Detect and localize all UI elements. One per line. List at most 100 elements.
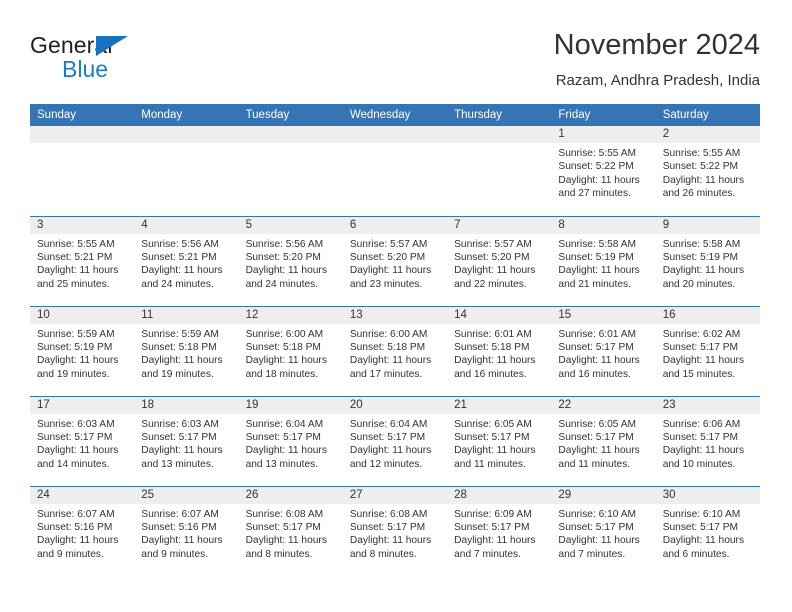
sunrise-text: Sunrise: 6:07 AM [37, 508, 115, 520]
daylight-text-line2: and 9 minutes. [141, 548, 209, 560]
day-cell-inner: 27 Sunrise: 6:08 AM Sunset: 5:17 PM Dayl… [342, 486, 448, 577]
daylight-text-line1: Daylight: 11 hours [37, 535, 119, 547]
day-number: 21 [447, 396, 552, 414]
day-cell-inner: 29 Sunrise: 6:10 AM Sunset: 5:17 PM Dayl… [551, 486, 656, 577]
day-cell-inner: 23 Sunrise: 6:06 AM Sunset: 5:17 PM Dayl… [655, 396, 760, 486]
sunset-text: Sunset: 5:17 PM [349, 431, 426, 443]
sunrise-text: Sunrise: 6:10 AM [558, 508, 636, 520]
day-details: Sunrise: 6:10 AM Sunset: 5:17 PM Dayligh… [656, 504, 760, 562]
general-blue-logo[interactable]: General Blue [30, 32, 180, 84]
day-cell[interactable]: 10 Sunrise: 5:59 AM Sunset: 5:19 PM Dayl… [30, 305, 135, 396]
day-cell[interactable]: 26 Sunrise: 6:08 AM Sunset: 5:17 PM Dayl… [238, 485, 343, 576]
daylight-text-line2: and 14 minutes. [37, 458, 110, 470]
day-cell[interactable]: 7 Sunrise: 5:57 AM Sunset: 5:20 PM Dayli… [447, 215, 552, 306]
daylight-text-line1: Daylight: 11 hours [141, 355, 223, 367]
sunset-text: Sunset: 5:21 PM [141, 251, 217, 263]
daylight-text-line2: and 8 minutes. [349, 548, 417, 560]
day-details [30, 143, 134, 147]
day-cell[interactable]: 24 Sunrise: 6:07 AM Sunset: 5:16 PM Dayl… [30, 485, 135, 576]
day-details: Sunrise: 6:00 AM Sunset: 5:18 PM Dayligh… [343, 324, 447, 382]
day-details: Sunrise: 5:57 AM Sunset: 5:20 PM Dayligh… [343, 234, 447, 292]
day-cell-inner: 2 Sunrise: 5:55 AM Sunset: 5:22 PM Dayli… [655, 126, 760, 216]
day-cell[interactable]: 8 Sunrise: 5:58 AM Sunset: 5:19 PM Dayli… [551, 215, 656, 306]
daylight-text-line2: and 19 minutes. [141, 368, 214, 380]
logo-text-blue: Blue [62, 56, 109, 82]
daylight-text-line1: Daylight: 11 hours [245, 535, 327, 547]
day-cell[interactable]: 22 Sunrise: 6:05 AM Sunset: 5:17 PM Dayl… [551, 395, 656, 486]
day-details [343, 143, 447, 147]
daylight-text-line1: Daylight: 11 hours [245, 445, 327, 457]
day-details [447, 143, 551, 147]
day-cell[interactable]: 27 Sunrise: 6:08 AM Sunset: 5:17 PM Dayl… [342, 485, 448, 577]
day-details: Sunrise: 6:08 AM Sunset: 5:17 PM Dayligh… [343, 504, 447, 562]
day-cell[interactable]: 20 Sunrise: 6:04 AM Sunset: 5:17 PM Dayl… [342, 395, 448, 486]
day-number: 4 [134, 216, 239, 234]
day-cell[interactable]: 30 Sunrise: 6:10 AM Sunset: 5:17 PM Dayl… [655, 485, 760, 576]
day-details: Sunrise: 5:58 AM Sunset: 5:19 PM Dayligh… [551, 234, 655, 292]
day-details [239, 143, 343, 147]
day-cell-inner: 5 Sunrise: 5:56 AM Sunset: 5:20 PM Dayli… [238, 216, 343, 306]
day-number: 13 [342, 306, 448, 324]
page-title: November 2024 [553, 29, 760, 61]
day-cell-inner: 8 Sunrise: 5:58 AM Sunset: 5:19 PM Dayli… [551, 216, 656, 306]
day-cell[interactable]: 11 Sunrise: 5:59 AM Sunset: 5:18 PM Dayl… [134, 305, 239, 396]
daylight-text-line2: and 19 minutes. [37, 368, 110, 380]
day-cell[interactable]: 23 Sunrise: 6:06 AM Sunset: 5:17 PM Dayl… [655, 395, 760, 486]
daylight-text-line1: Daylight: 11 hours [37, 445, 119, 457]
daylight-text-line1: Daylight: 11 hours [558, 355, 640, 367]
day-cell-inner: 19 Sunrise: 6:04 AM Sunset: 5:17 PM Dayl… [238, 396, 343, 486]
day-cell[interactable]: 15 Sunrise: 6:01 AM Sunset: 5:17 PM Dayl… [551, 305, 656, 396]
day-details: Sunrise: 6:01 AM Sunset: 5:17 PM Dayligh… [551, 324, 655, 382]
day-cell[interactable]: 14 Sunrise: 6:01 AM Sunset: 5:18 PM Dayl… [447, 305, 552, 396]
day-cell-inner: 10 Sunrise: 5:59 AM Sunset: 5:19 PM Dayl… [30, 306, 135, 396]
day-cell-inner: 3 Sunrise: 5:55 AM Sunset: 5:21 PM Dayli… [30, 216, 135, 306]
daylight-text-line1: Daylight: 11 hours [454, 355, 536, 367]
sunrise-text: Sunrise: 6:04 AM [349, 418, 428, 430]
title-block: November 2024 Razam, Andhra Pradesh, Ind… [554, 28, 760, 91]
day-number: 18 [134, 396, 239, 414]
sunset-text: Sunset: 5:17 PM [245, 431, 321, 443]
weekday-header-row: Sunday Monday Tuesday Wednesday Thursday… [30, 104, 760, 126]
day-cell[interactable]: 2 Sunrise: 5:55 AM Sunset: 5:22 PM Dayli… [655, 126, 760, 216]
sunrise-text: Sunrise: 6:03 AM [37, 418, 115, 430]
day-cell[interactable]: 19 Sunrise: 6:04 AM Sunset: 5:17 PM Dayl… [238, 395, 343, 486]
day-cell[interactable]: 5 Sunrise: 5:56 AM Sunset: 5:20 PM Dayli… [238, 215, 343, 306]
day-cell[interactable]: 21 Sunrise: 6:05 AM Sunset: 5:17 PM Dayl… [447, 395, 552, 486]
sunset-text: Sunset: 5:19 PM [662, 251, 739, 263]
sunrise-text: Sunrise: 6:06 AM [662, 418, 741, 430]
day-cell[interactable]: 17 Sunrise: 6:03 AM Sunset: 5:17 PM Dayl… [30, 395, 135, 486]
daylight-text-line1: Daylight: 11 hours [662, 445, 745, 457]
day-cell[interactable]: 4 Sunrise: 5:56 AM Sunset: 5:21 PM Dayli… [134, 215, 239, 306]
day-cell[interactable]: 18 Sunrise: 6:03 AM Sunset: 5:17 PM Dayl… [134, 395, 239, 486]
day-cell[interactable]: 16 Sunrise: 6:02 AM Sunset: 5:17 PM Dayl… [655, 305, 760, 396]
day-cell[interactable]: 25 Sunrise: 6:07 AM Sunset: 5:16 PM Dayl… [134, 485, 239, 576]
day-cell[interactable]: 13 Sunrise: 6:00 AM Sunset: 5:18 PM Dayl… [342, 305, 448, 396]
day-cell[interactable]: 1 Sunrise: 5:55 AM Sunset: 5:22 PM Dayli… [551, 126, 656, 216]
day-cell[interactable]: 29 Sunrise: 6:10 AM Sunset: 5:17 PM Dayl… [551, 485, 656, 577]
day-cell[interactable]: 3 Sunrise: 5:55 AM Sunset: 5:21 PM Dayli… [30, 215, 135, 306]
daylight-text-line2: and 7 minutes. [454, 548, 521, 560]
sunset-text: Sunset: 5:19 PM [558, 251, 634, 263]
sunrise-text: Sunrise: 5:55 AM [37, 238, 115, 250]
day-cell[interactable]: 6 Sunrise: 5:57 AM Sunset: 5:20 PM Dayli… [342, 215, 448, 306]
daylight-text-line2: and 13 minutes. [245, 458, 319, 470]
day-cell[interactable]: 12 Sunrise: 6:00 AM Sunset: 5:18 PM Dayl… [238, 305, 343, 396]
day-details: Sunrise: 5:59 AM Sunset: 5:18 PM Dayligh… [134, 324, 238, 382]
sunrise-text: Sunrise: 6:02 AM [662, 328, 741, 340]
sunrise-text: Sunrise: 5:57 AM [349, 238, 428, 250]
day-details: Sunrise: 6:09 AM Sunset: 5:17 PM Dayligh… [447, 504, 551, 562]
day-number: 2 [655, 126, 760, 143]
day-cell-inner: 9 Sunrise: 5:58 AM Sunset: 5:19 PM Dayli… [655, 216, 760, 306]
sunset-text: Sunset: 5:16 PM [141, 521, 217, 533]
daylight-text-line2: and 11 minutes. [454, 458, 526, 470]
daylight-text-line2: and 22 minutes. [454, 278, 527, 290]
day-cell-inner: 14 Sunrise: 6:01 AM Sunset: 5:18 PM Dayl… [447, 306, 552, 396]
day-cell-inner: 1 Sunrise: 5:55 AM Sunset: 5:22 PM Dayli… [551, 126, 656, 216]
day-details [134, 143, 238, 147]
calendar-week-row: 3 Sunrise: 5:55 AM Sunset: 5:21 PM Dayli… [30, 215, 760, 306]
daylight-text-line1: Daylight: 11 hours [454, 445, 536, 457]
sunset-text: Sunset: 5:18 PM [245, 341, 321, 353]
sunset-text: Sunset: 5:17 PM [558, 341, 634, 353]
day-cell[interactable]: 9 Sunrise: 5:58 AM Sunset: 5:19 PM Dayli… [655, 215, 760, 306]
day-cell[interactable]: 28 Sunrise: 6:09 AM Sunset: 5:17 PM Dayl… [447, 485, 552, 576]
